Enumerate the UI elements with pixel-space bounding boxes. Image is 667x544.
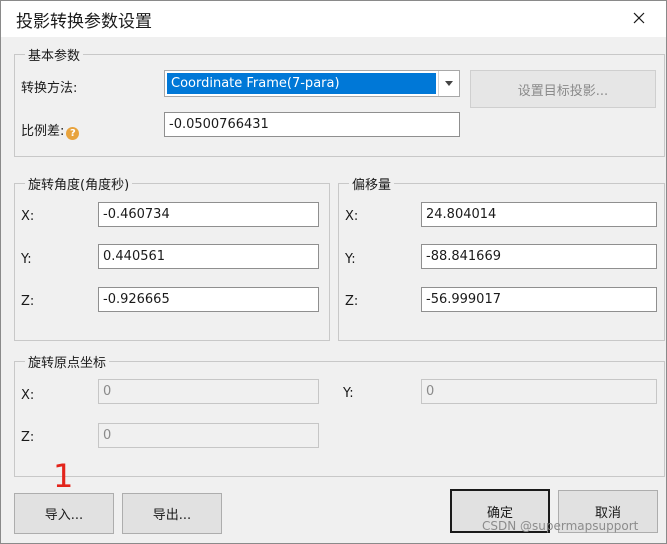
scale-input[interactable]	[164, 112, 460, 137]
dialog-window: 投影转换参数设置 基本参数 转换方法: Coordinate Frame(7-p…	[0, 0, 667, 544]
offset-y-input[interactable]	[421, 244, 657, 269]
offset-z-label: Z:	[345, 294, 359, 309]
import-button[interactable]: 导入...	[14, 493, 114, 534]
origin-x-input[interactable]	[98, 379, 319, 404]
origin-z-input[interactable]	[98, 423, 319, 448]
rotation-origin-legend: 旋转原点坐标	[28, 356, 107, 371]
title-bar: 投影转换参数设置	[1, 1, 666, 37]
dropdown-arrow[interactable]	[438, 71, 459, 96]
window-title: 投影转换参数设置	[16, 12, 152, 32]
scale-label: 比例差:?	[21, 120, 80, 140]
offset-z-input[interactable]	[421, 287, 657, 312]
offset-y-label: Y:	[345, 252, 356, 267]
method-selected-value: Coordinate Frame(7-para)	[167, 73, 436, 94]
close-button[interactable]	[625, 4, 653, 32]
origin-y-label: Y:	[343, 386, 354, 401]
scale-label-text: 比例差:	[21, 124, 65, 139]
rotation-x-label: X:	[21, 209, 35, 224]
rotation-x-input[interactable]	[98, 202, 319, 227]
offset-x-label: X:	[345, 209, 359, 224]
help-icon[interactable]: ?	[66, 127, 80, 140]
rotation-z-label: Z:	[21, 294, 35, 309]
method-label: 转换方法:	[21, 81, 78, 96]
close-icon	[633, 12, 645, 24]
origin-x-label: X:	[21, 388, 35, 403]
basic-params-legend: 基本参数	[28, 49, 81, 64]
annotation-marker: 1	[53, 457, 74, 495]
offset-x-input[interactable]	[421, 202, 657, 227]
rotation-z-input[interactable]	[98, 287, 319, 312]
method-dropdown[interactable]: Coordinate Frame(7-para)	[164, 70, 460, 97]
rotation-y-label: Y:	[21, 252, 32, 267]
origin-z-label: Z:	[21, 430, 35, 445]
watermark: CSDN @supermapsupport	[482, 519, 639, 533]
export-button[interactable]: 导出...	[122, 493, 222, 534]
set-target-projection-button[interactable]: 设置目标投影...	[470, 70, 656, 108]
rotation-origin-group: 旋转原点坐标	[14, 352, 665, 477]
rotation-legend: 旋转角度(角度秒)	[28, 178, 130, 193]
chevron-down-icon	[445, 81, 453, 86]
rotation-y-input[interactable]	[98, 244, 319, 269]
origin-y-input[interactable]	[421, 379, 657, 404]
offset-legend: 偏移量	[352, 178, 392, 193]
